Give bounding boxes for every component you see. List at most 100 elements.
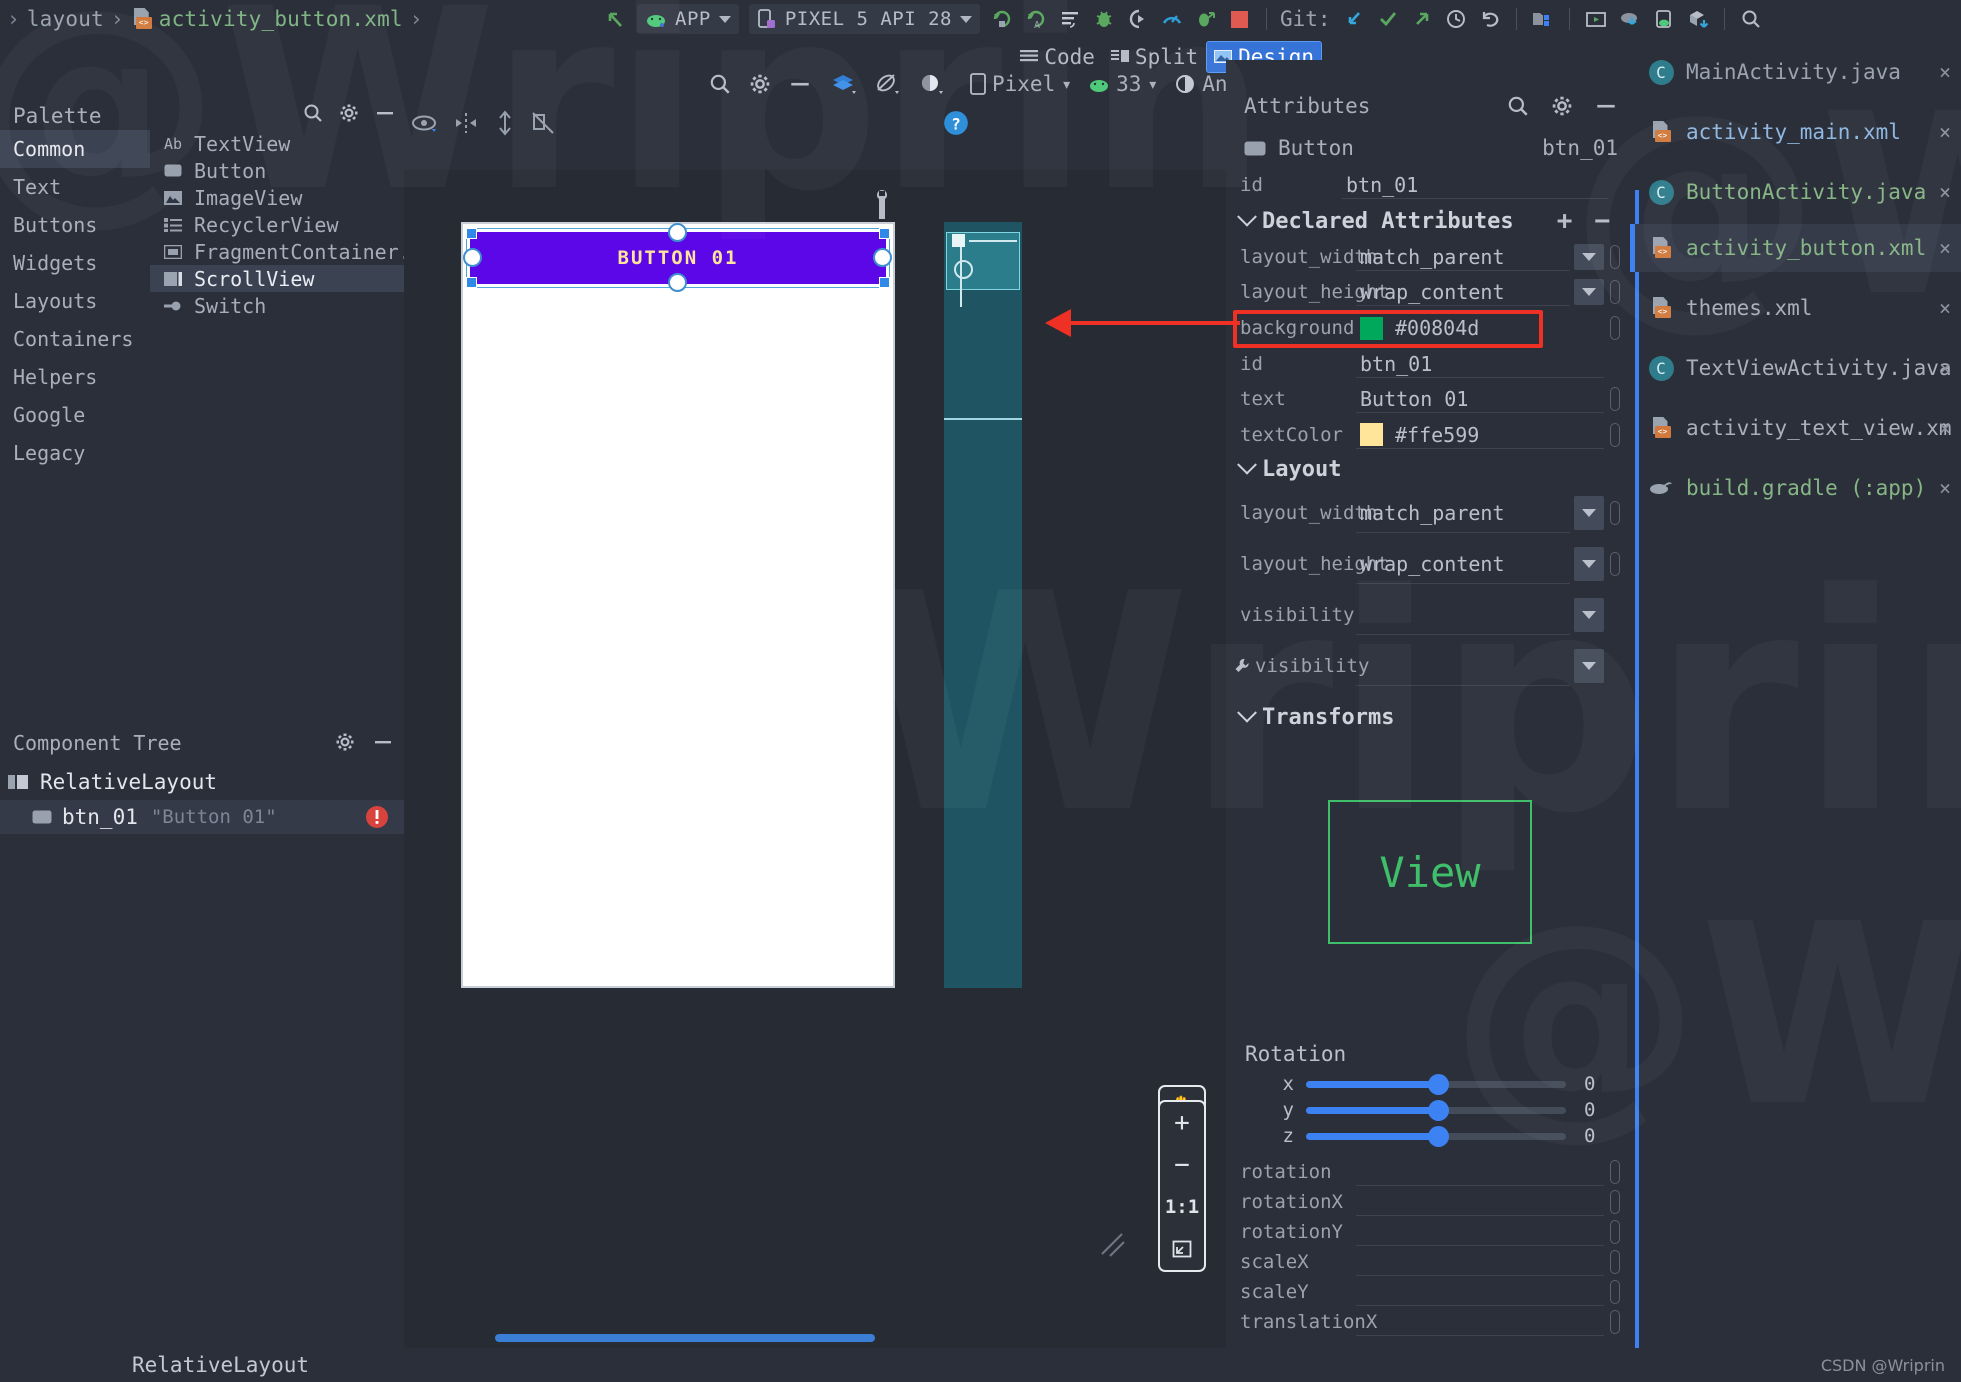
run-icon[interactable] <box>985 4 1019 34</box>
close-icon[interactable]: × <box>1939 236 1951 260</box>
search-icon[interactable] <box>302 102 324 124</box>
device-preview[interactable] <box>461 222 895 988</box>
constraint-handle-right[interactable] <box>873 248 892 267</box>
chevron-down-icon[interactable] <box>1574 598 1604 632</box>
attr-row-tools-visibility[interactable]: visibility <box>1226 643 1630 689</box>
zoom-out-button[interactable]: − <box>1160 1144 1204 1186</box>
palette-category-widgets[interactable]: Widgets <box>0 244 150 282</box>
attr-value-input[interactable] <box>1356 1248 1604 1276</box>
attr-row-rotation[interactable]: rotation <box>1226 1155 1630 1189</box>
attr-row-id[interactable]: id btn_01 <box>1226 347 1630 381</box>
commit-icon[interactable] <box>1371 4 1405 34</box>
close-icon[interactable]: × <box>1939 356 1951 380</box>
attr-value-input[interactable]: wrap_content <box>1356 544 1570 584</box>
undo-icon[interactable] <box>1473 4 1507 34</box>
attr-value-input[interactable] <box>1356 646 1570 686</box>
attr-row-text[interactable]: text Button 01 <box>1226 382 1630 416</box>
attr-row-textcolor[interactable]: textColor #ffe599 <box>1226 418 1630 452</box>
align-horizontal-icon[interactable] <box>452 111 480 135</box>
palette-category-helpers[interactable]: Helpers <box>0 358 150 396</box>
api-chip[interactable]: 33 ▾ <box>1088 72 1158 96</box>
attr-expand-handle[interactable] <box>1610 245 1620 269</box>
palette-item-textview[interactable]: Ab TextView <box>150 130 404 157</box>
attr-row-rotationx[interactable]: rotationX <box>1226 1185 1630 1219</box>
resize-handle-br[interactable] <box>879 277 890 288</box>
run-with-coverage-icon[interactable] <box>1121 4 1155 34</box>
gear-icon[interactable] <box>338 102 360 124</box>
device-chip[interactable]: Pixel ▾ <box>970 72 1072 96</box>
history-icon[interactable] <box>1439 4 1473 34</box>
attr-expand-handle[interactable] <box>1610 1310 1620 1334</box>
file-tab-activity-main-xml[interactable]: <> activity_main.xml × <box>1630 108 1961 156</box>
rotation-slider-x[interactable]: x 0 <box>1270 1072 1600 1096</box>
device-selector[interactable]: PIXEL 5 API 28 <box>748 4 980 34</box>
module-selector[interactable]: APP <box>637 4 739 34</box>
palette-category-buttons[interactable]: Buttons <box>0 206 150 244</box>
attr-value-input[interactable]: match_parent <box>1356 243 1570 271</box>
attr-row-scaley[interactable]: scaleY <box>1226 1275 1630 1309</box>
zoom-in-button[interactable]: + <box>1160 1102 1204 1144</box>
breadcrumb-item-layout[interactable]: layout <box>27 7 104 31</box>
attr-expand-handle[interactable] <box>1610 1250 1620 1274</box>
profile-icon[interactable] <box>1155 4 1189 34</box>
update-project-icon[interactable] <box>1337 4 1371 34</box>
palette-item-recyclerview[interactable]: RecyclerView <box>150 211 404 238</box>
file-tab-activity-text-view-xml[interactable]: <> activity_text_view.xm × <box>1630 404 1961 452</box>
section-declared-attributes[interactable]: Declared Attributes + − <box>1226 204 1630 238</box>
file-tab-themes-xml[interactable]: <> themes.xml × <box>1630 284 1961 332</box>
close-icon[interactable]: × <box>1939 416 1951 440</box>
breadcrumb-item-file[interactable]: activity_button.xml <box>159 7 403 31</box>
attr-row-visibility[interactable]: visibility <box>1226 592 1630 638</box>
push-icon[interactable] <box>1405 4 1439 34</box>
attr-expand-handle[interactable] <box>1610 1280 1620 1304</box>
device-manager-icon[interactable] <box>1647 4 1681 34</box>
attr-value-input[interactable] <box>1356 1278 1604 1306</box>
chevron-down-icon[interactable] <box>1574 547 1604 581</box>
view-transform-preview[interactable]: View <box>1328 800 1532 944</box>
palette-item-switch[interactable]: Switch <box>150 292 404 319</box>
chevron-down-icon[interactable] <box>1574 649 1604 683</box>
palette-category-legacy[interactable]: Legacy <box>0 434 150 472</box>
close-icon[interactable]: × <box>1939 476 1951 500</box>
no-constraints-icon[interactable] <box>530 110 556 136</box>
attr-expand-handle[interactable] <box>1610 552 1620 576</box>
attr-value-input[interactable]: btn_01 <box>1356 350 1604 378</box>
attr-expand-handle[interactable] <box>1610 280 1620 304</box>
attr-row-scalex[interactable]: scaleX <box>1226 1245 1630 1279</box>
component-tree-row-btn01[interactable]: btn_01 "Button 01" <box>0 800 404 834</box>
eye-icon[interactable] <box>410 111 438 135</box>
canvas-horizontal-scrollbar[interactable] <box>495 1334 875 1342</box>
slider-knob[interactable] <box>1428 1099 1449 1121</box>
file-tab-build-gradle[interactable]: build.gradle (:app) × <box>1630 464 1961 512</box>
section-transforms[interactable]: Transforms <box>1226 700 1630 734</box>
expand-vertical-icon[interactable] <box>494 110 516 136</box>
add-attribute-button[interactable]: + <box>1557 206 1573 236</box>
attr-value-input[interactable] <box>1356 1218 1604 1246</box>
slider-knob[interactable] <box>1428 1125 1449 1147</box>
attr-row-layout-height-2[interactable]: layout_height wrap_content <box>1226 541 1630 587</box>
rotation-slider-z[interactable]: z 0 <box>1270 1124 1600 1148</box>
color-swatch[interactable] <box>1360 423 1383 446</box>
palette-category-containers[interactable]: Containers <box>0 320 150 358</box>
resize-handle-tr[interactable] <box>879 228 890 239</box>
slider-knob[interactable] <box>1428 1073 1449 1095</box>
file-tab-textviewactivity-java[interactable]: C TextViewActivity.java × <box>1630 344 1961 392</box>
palette-item-fragmentcontainer[interactable]: FragmentContainer... <box>150 238 435 265</box>
palette-item-imageview[interactable]: ImageView <box>150 184 404 211</box>
minimize-icon[interactable] <box>374 102 396 124</box>
attr-row-layout-width[interactable]: layout_width match_parent <box>1226 240 1630 274</box>
minimize-icon[interactable] <box>1594 94 1618 118</box>
palette-category-google[interactable]: Google <box>0 396 150 434</box>
close-icon[interactable]: × <box>1939 180 1951 204</box>
search-icon[interactable] <box>1734 4 1768 34</box>
avd-manager-icon[interactable] <box>1579 4 1613 34</box>
palette-item-button[interactable]: Button <box>150 157 404 184</box>
minimize-icon[interactable] <box>372 731 394 753</box>
arrow-back-icon[interactable] <box>598 4 632 34</box>
blueprint-preview[interactable] <box>944 222 1022 988</box>
attr-value-input[interactable]: #ffe599 <box>1356 421 1604 449</box>
attr-value-input[interactable]: wrap_content <box>1356 278 1570 306</box>
attr-expand-handle[interactable] <box>1610 316 1620 340</box>
close-icon[interactable]: × <box>1939 60 1951 84</box>
chevron-down-icon[interactable] <box>1574 496 1604 530</box>
